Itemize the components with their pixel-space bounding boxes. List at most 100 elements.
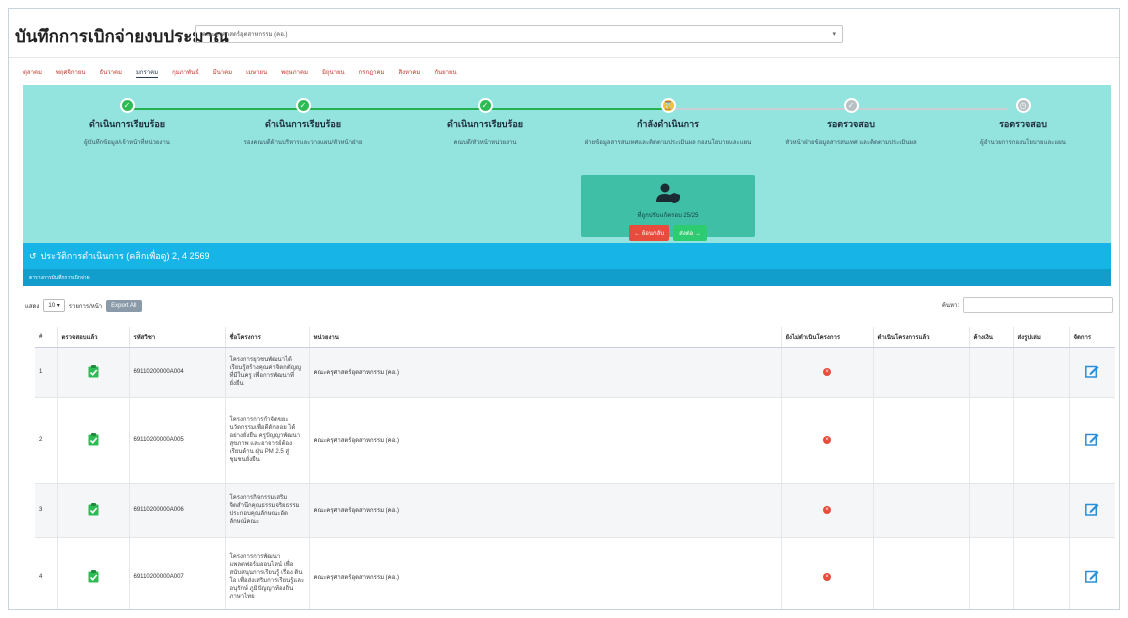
col-header-project[interactable]: ชื่อโครงการ bbox=[224, 327, 309, 348]
cell-unit: คณะครุศาสตร์อุตสาหกรรม (คอ.) bbox=[308, 397, 781, 484]
tab-month-4[interactable]: มกราคม bbox=[135, 67, 159, 78]
col-header-actions[interactable]: จัดการ bbox=[1068, 327, 1115, 348]
cell-no: 1 bbox=[35, 347, 57, 398]
history-text: ประวัติการดำเนินการ (คลิกเพื่อดู) 2, 4 2… bbox=[40, 251, 210, 261]
cell-unit: คณะครุศาสตร์อุตสาหกรรม (คอ.) bbox=[308, 537, 781, 609]
col-header-no[interactable]: # bbox=[35, 327, 57, 348]
step-buttons: ← ย้อนกลับ ส่งต่อ → bbox=[581, 225, 755, 241]
search-control: ค้นหา: bbox=[942, 297, 1113, 313]
cell-no: 3 bbox=[35, 483, 57, 538]
cell-report bbox=[1012, 347, 1069, 398]
cell-checked bbox=[56, 397, 129, 484]
clipboard-check-icon[interactable] bbox=[88, 364, 99, 378]
x-circle-icon: × bbox=[823, 436, 831, 444]
workflow-panel: ✓ ดำเนินการเรียบร้อย ผู้บันทึกข้อมูล/เจ้… bbox=[23, 85, 1111, 243]
table-row: 3 69110200000A006 โครงการกิจกรรมเสริมจิต… bbox=[35, 483, 1115, 538]
tab-month-8[interactable]: พฤษภาคม bbox=[281, 67, 308, 78]
cell-actions bbox=[1068, 347, 1115, 398]
cell-checked bbox=[56, 537, 129, 609]
tab-month-7[interactable]: เมษายน bbox=[246, 67, 267, 78]
col-header-unit[interactable]: หน่วยงาน bbox=[308, 327, 781, 348]
cell-code: 69110200000A004 bbox=[128, 347, 225, 398]
cell-actions bbox=[1068, 483, 1115, 538]
x-circle-icon: × bbox=[823, 573, 831, 581]
cell-done bbox=[872, 537, 969, 609]
table-row: 4 69110200000A007 โครงการการพัฒนาแพลตฟอร… bbox=[35, 537, 1115, 609]
tab-month-12[interactable]: กันยายน bbox=[434, 67, 456, 78]
workflow-step-2: ✓ ดำเนินการเรียบร้อย รองคณบดีด้านบริหารแ… bbox=[213, 98, 393, 148]
org-select[interactable]: คณะครุศาสตร์อุตสาหกรรม (คอ.) ▾ bbox=[195, 25, 843, 43]
step-title: กำลังดำเนินการ bbox=[636, 119, 700, 129]
month-tabs: ตุลาคม พฤศจิกายน ธันวาคม มกราคม กุมภาพัน… bbox=[23, 67, 457, 78]
divider bbox=[9, 57, 1119, 58]
edit-icon[interactable] bbox=[1085, 569, 1099, 583]
app-window: บันทึกการเบิกจ่ายงบประมาณ คณะครุศาสตร์อุ… bbox=[8, 8, 1120, 610]
edit-icon[interactable] bbox=[1085, 502, 1099, 516]
cell-report bbox=[1012, 397, 1069, 484]
pending-icon: ✓ bbox=[843, 98, 859, 113]
step-title: รอตรวจสอบ bbox=[827, 119, 875, 129]
cell-not-started: × bbox=[780, 347, 873, 398]
current-step-box: ที่ถูกปรับแก้ครอบ 25/25 ← ย้อนกลับ ส่งต่… bbox=[581, 175, 755, 241]
cell-unit: คณะครุศาสตร์อุตสาหกรรม (คอ.) bbox=[308, 483, 781, 538]
workflow-step-4: ⌛ กำลังดำเนินการ ฝ่ายข้อมูลสารสนเทศและติ… bbox=[578, 98, 758, 148]
cell-project: โครงการการพัฒนาแพลตฟอร์มออนไลน์ เพื่อสนั… bbox=[224, 537, 309, 609]
tab-month-1[interactable]: ตุลาคม bbox=[23, 67, 42, 78]
tab-month-10[interactable]: กรกฎาคม bbox=[359, 67, 385, 78]
records-label: รายการ/หน้า bbox=[68, 303, 103, 310]
cell-outstanding bbox=[968, 347, 1013, 398]
hourglass-icon: ⌛ bbox=[660, 98, 676, 113]
cell-code: 69110200000A006 bbox=[128, 483, 225, 538]
step-subtitle: รองคณบดีด้านบริหารและวางแผน/หัวหน้าฝ่าย bbox=[243, 140, 363, 146]
cell-outstanding bbox=[968, 397, 1013, 484]
tab-month-2[interactable]: พฤศจิกายน bbox=[56, 67, 86, 78]
show-label: แสดง bbox=[25, 303, 40, 310]
cell-done bbox=[872, 347, 969, 398]
x-circle-icon: × bbox=[823, 506, 831, 514]
col-header-checked[interactable]: ตรวจสอบแล้ว bbox=[56, 327, 129, 348]
back-button[interactable]: ← ย้อนกลับ bbox=[629, 225, 670, 241]
clipboard-check-icon[interactable] bbox=[88, 569, 99, 583]
cell-unit: คณะครุศาสตร์อุตสาหกรรม (คอ.) bbox=[308, 347, 781, 398]
edit-icon[interactable] bbox=[1085, 432, 1099, 446]
check-icon: ✓ bbox=[295, 98, 311, 113]
table-row: 1 69110200000A004 โครงการยุวชนพัฒนาได้เร… bbox=[35, 347, 1115, 398]
tab-month-9[interactable]: มิถุนายน bbox=[322, 67, 345, 78]
cell-code: 69110200000A007 bbox=[128, 537, 225, 609]
col-header-not-started[interactable]: ยังไม่ดำเนินโครงการ bbox=[780, 327, 873, 348]
cell-done bbox=[872, 397, 969, 484]
clipboard-check-icon[interactable] bbox=[88, 502, 99, 516]
table-controls: แสดง 10 ▾ รายการ/หน้า Export All ค้นหา: bbox=[25, 297, 1115, 315]
col-header-done[interactable]: ดำเนินโครงการแล้ว bbox=[872, 327, 969, 348]
col-header-outstanding[interactable]: ค้างเงิน bbox=[968, 327, 1013, 348]
cell-no: 2 bbox=[35, 397, 57, 484]
check-icon: ✓ bbox=[477, 98, 493, 113]
export-button[interactable]: Export All bbox=[106, 299, 142, 312]
tab-month-6[interactable]: มีนาคม bbox=[213, 67, 232, 78]
history-bar[interactable]: ↺ ประวัติการดำเนินการ (คลิกเพื่อดู) 2, 4… bbox=[23, 243, 1111, 269]
clock-icon: ◷ bbox=[1015, 98, 1031, 113]
cell-outstanding bbox=[968, 537, 1013, 609]
search-input[interactable] bbox=[963, 297, 1113, 313]
cell-project: โครงการการกำจัดขยะ นวัตกรรมเพื่อดีดักลอย… bbox=[224, 397, 309, 484]
next-button[interactable]: ส่งต่อ → bbox=[673, 225, 707, 241]
x-circle-icon: × bbox=[823, 368, 831, 376]
page-size-select[interactable]: 10 ▾ bbox=[43, 299, 65, 312]
cell-report bbox=[1012, 537, 1069, 609]
cell-report bbox=[1012, 483, 1069, 538]
check-icon: ✓ bbox=[119, 98, 135, 113]
tab-month-11[interactable]: สิงหาคม bbox=[398, 67, 420, 78]
step-subtitle: ผู้บันทึกข้อมูล/เจ้าหน้าที่หน่วยงาน bbox=[84, 140, 170, 146]
step-subtitle: หัวหน้าฝ่ายข้อมูลสารสนเทศ และติดตามประเม… bbox=[785, 140, 917, 146]
workflow-step-6: ◷ รอตรวจสอบ ผู้อำนวยการกองนโยบายและแผน bbox=[933, 98, 1113, 148]
cell-no: 4 bbox=[35, 537, 57, 609]
cell-done bbox=[872, 483, 969, 538]
clipboard-check-icon[interactable] bbox=[88, 432, 99, 446]
edit-icon[interactable] bbox=[1085, 364, 1099, 378]
col-header-code[interactable]: รหัสวิชา bbox=[128, 327, 225, 348]
tab-month-5[interactable]: กุมภาพันธ์ bbox=[172, 67, 199, 78]
cell-checked bbox=[56, 347, 129, 398]
col-header-report[interactable]: ส่งรูปเล่ม bbox=[1012, 327, 1069, 348]
tab-month-3[interactable]: ธันวาคม bbox=[99, 67, 121, 78]
step-subtitle: ผู้อำนวยการกองนโยบายและแผน bbox=[980, 140, 1066, 146]
